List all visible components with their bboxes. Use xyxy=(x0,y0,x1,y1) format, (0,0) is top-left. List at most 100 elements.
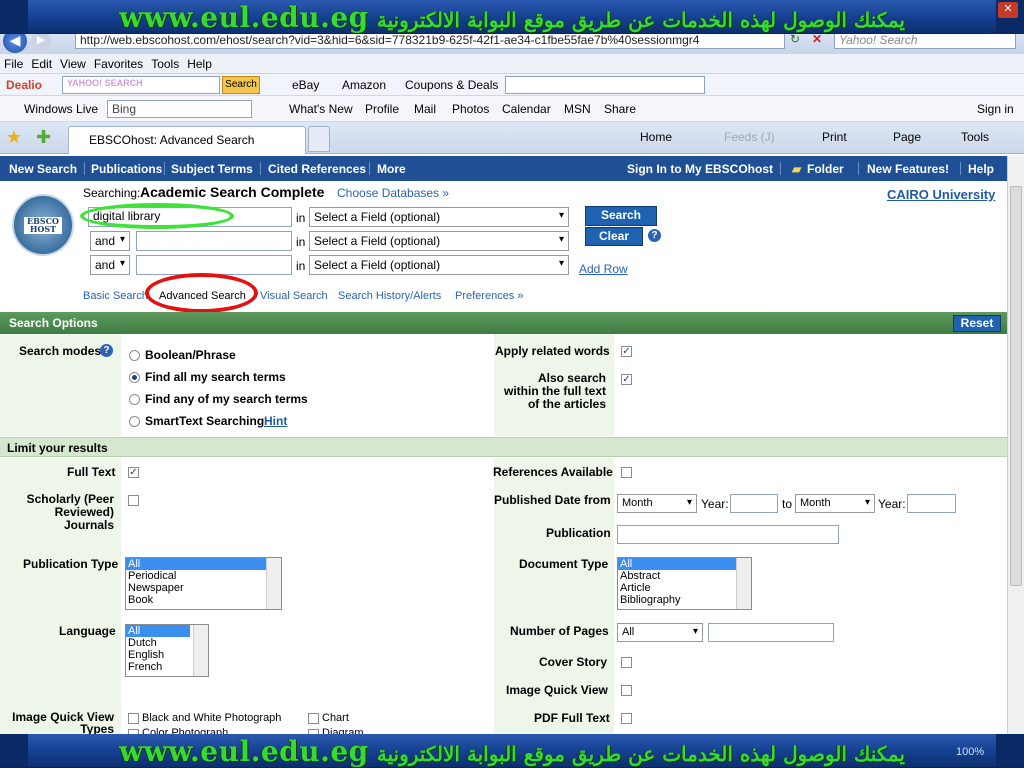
msn-link[interactable]: MSN xyxy=(564,102,591,116)
subnav-search-history[interactable]: Search History/Alerts xyxy=(338,290,441,302)
calendar-link[interactable]: Calendar xyxy=(502,102,551,116)
subnav-basic-search[interactable]: Basic Search xyxy=(83,290,148,302)
list-item[interactable]: Abstract xyxy=(618,570,751,582)
search-button[interactable]: Search xyxy=(585,206,657,226)
bing-input[interactable]: Bing xyxy=(107,100,252,118)
subnav-visual-search[interactable]: Visual Search xyxy=(260,290,328,302)
apply-related-checkbox[interactable]: ✓ xyxy=(621,346,632,357)
menu-favorites[interactable]: Favorites xyxy=(90,54,147,71)
home-button[interactable]: Home xyxy=(640,130,672,144)
forward-button[interactable]: ▶ xyxy=(31,31,51,51)
new-tab-button[interactable] xyxy=(308,126,330,152)
field-select-3[interactable]: Select a Field (optional) xyxy=(309,255,569,275)
reset-button[interactable]: Reset xyxy=(953,315,1001,332)
bool-select-3[interactable]: and xyxy=(90,255,130,275)
list-item[interactable]: Article xyxy=(618,582,751,594)
chart-checkbox[interactable] xyxy=(308,713,319,724)
mode-boolean-radio[interactable] xyxy=(129,350,140,361)
institution-link[interactable]: CAIRO University xyxy=(887,187,995,202)
tab-ebscohost[interactable]: EBSCOhost: Advanced Search xyxy=(68,126,306,154)
list-item[interactable]: All xyxy=(126,625,190,637)
subnav-preferences[interactable]: Preferences » xyxy=(455,290,523,302)
menu-help[interactable]: Help xyxy=(183,54,216,71)
list-scrollbar[interactable] xyxy=(736,558,751,609)
mode-any-terms-radio[interactable] xyxy=(129,394,140,405)
sign-in-link[interactable]: Sign in xyxy=(977,102,1014,116)
nav-subject-terms[interactable]: Subject Terms xyxy=(171,162,253,176)
nav-publications[interactable]: Publications xyxy=(91,162,162,176)
nav-help[interactable]: Help xyxy=(968,162,994,176)
list-item[interactable]: All xyxy=(618,558,751,570)
year-to-input[interactable] xyxy=(907,494,956,513)
coupons-dropdown[interactable] xyxy=(505,76,705,94)
cover-story-checkbox[interactable] xyxy=(621,657,632,668)
nav-sign-in[interactable]: Sign In to My EBSCOhost xyxy=(627,162,773,176)
nav-new-search[interactable]: New Search xyxy=(9,162,77,176)
list-item[interactable]: Bibliography xyxy=(618,594,751,606)
nav-folder[interactable]: Folder xyxy=(807,162,844,176)
hint-link[interactable]: Hint xyxy=(264,414,287,428)
search-term-input-3[interactable] xyxy=(136,255,292,275)
windows-live-label[interactable]: Windows Live xyxy=(24,102,98,116)
doc-type-list[interactable]: All Abstract Article Bibliography xyxy=(617,557,752,610)
list-scrollbar[interactable] xyxy=(266,558,281,609)
help-icon[interactable]: ? xyxy=(648,229,661,242)
menu-view[interactable]: View xyxy=(56,54,90,71)
profile-link[interactable]: Profile xyxy=(365,102,399,116)
also-search-checkbox[interactable]: ✓ xyxy=(621,374,632,385)
nav-cited-references[interactable]: Cited References xyxy=(268,162,366,176)
page-button[interactable]: Page xyxy=(893,130,921,144)
favorites-star-icon[interactable]: ★ xyxy=(6,127,22,148)
amazon-link[interactable]: Amazon xyxy=(342,78,386,92)
bool-select-2[interactable]: and xyxy=(90,231,130,251)
list-item[interactable]: Book xyxy=(126,594,281,606)
month-to-select[interactable]: Month xyxy=(795,494,875,513)
toolbar-search-button[interactable]: Search xyxy=(222,76,260,94)
field-select-1[interactable]: Select a Field (optional) xyxy=(309,207,569,227)
photos-link[interactable]: Photos xyxy=(452,102,489,116)
scholarly-checkbox[interactable] xyxy=(128,495,139,506)
add-favorites-icon[interactable]: ✚ xyxy=(36,127,51,148)
coupons-link[interactable]: Coupons & Deals xyxy=(405,78,498,92)
search-modes-help-icon[interactable]: ? xyxy=(100,344,113,357)
print-button[interactable]: Print xyxy=(822,130,847,144)
refresh-icon[interactable]: ↻ xyxy=(790,32,808,50)
yahoo-toolbar-input[interactable]: YAHOO! SEARCH xyxy=(62,76,220,94)
mail-link[interactable]: Mail xyxy=(414,102,436,116)
num-pages-select[interactable]: All xyxy=(617,623,703,642)
tools-button[interactable]: Tools xyxy=(961,130,989,144)
language-list[interactable]: All Dutch English French xyxy=(125,624,209,677)
image-quick-view-checkbox[interactable] xyxy=(621,685,632,696)
menu-edit[interactable]: Edit xyxy=(27,54,56,71)
list-item[interactable]: Newspaper xyxy=(126,582,281,594)
menu-file[interactable]: File xyxy=(0,54,27,71)
year-from-input[interactable] xyxy=(730,494,778,513)
field-select-2[interactable]: Select a Field (optional) xyxy=(309,231,569,251)
stop-icon[interactable]: ✕ xyxy=(812,32,830,50)
publication-input[interactable] xyxy=(617,525,839,544)
mode-all-terms-radio[interactable] xyxy=(129,372,140,383)
ebay-link[interactable]: eBay xyxy=(292,78,319,92)
list-item[interactable]: All xyxy=(126,558,281,570)
feeds-button[interactable]: Feeds (J) xyxy=(724,130,775,144)
share-link[interactable]: Share xyxy=(604,102,636,116)
full-text-checkbox[interactable]: ✓ xyxy=(128,467,139,478)
page-scrollbar[interactable] xyxy=(1007,156,1024,734)
menu-tools[interactable]: Tools xyxy=(147,54,183,71)
choose-databases-link[interactable]: Choose Databases » xyxy=(337,186,449,200)
list-item[interactable]: Periodical xyxy=(126,570,281,582)
pub-type-list[interactable]: All Periodical Newspaper Book xyxy=(125,557,282,610)
mode-smarttext-radio[interactable] xyxy=(129,416,140,427)
nav-more[interactable]: More xyxy=(377,162,406,176)
clear-button[interactable]: Clear xyxy=(585,227,643,246)
pdf-full-text-checkbox[interactable] xyxy=(621,713,632,724)
whats-new-link[interactable]: What's New xyxy=(289,102,353,116)
list-scrollbar[interactable] xyxy=(193,625,208,676)
add-row-link[interactable]: Add Row xyxy=(579,262,628,276)
search-term-input-2[interactable] xyxy=(136,231,292,251)
month-from-select[interactable]: Month xyxy=(617,494,697,513)
nav-new-features[interactable]: New Features! xyxy=(867,162,949,176)
bw-photo-checkbox[interactable] xyxy=(128,713,139,724)
num-pages-input[interactable] xyxy=(708,623,834,642)
refs-checkbox[interactable] xyxy=(621,467,632,478)
